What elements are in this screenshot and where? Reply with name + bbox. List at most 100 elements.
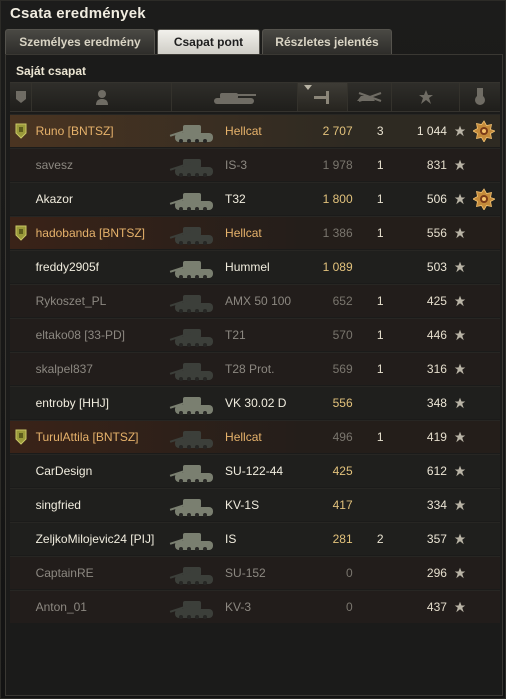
kills-value: 1	[376, 430, 384, 444]
xp-star-icon	[451, 601, 469, 613]
table-header	[10, 82, 500, 112]
player-name[interactable]: skalpel837	[32, 362, 169, 376]
tank-image	[169, 353, 221, 385]
tank-image	[169, 591, 221, 623]
tank-thumbnail-icon	[169, 329, 214, 347]
tank-image	[169, 489, 221, 521]
squad-cell	[10, 429, 32, 445]
column-medal[interactable]	[460, 83, 500, 111]
tank-name: IS-3	[225, 158, 248, 172]
tank-thumbnail-icon	[169, 125, 214, 143]
column-player[interactable]	[32, 83, 172, 111]
table-row[interactable]: singfried KV-1S 417 334	[10, 488, 500, 521]
battle-results-window: Csata eredmények Személyes eredmény Csap…	[0, 0, 506, 699]
xp-value: 503	[426, 260, 447, 274]
xp-star-icon	[451, 533, 469, 545]
medal-cell	[469, 120, 500, 142]
player-name[interactable]: singfried	[32, 498, 169, 512]
table-row[interactable]: freddy2905f Hummel 1 089 503	[10, 250, 500, 283]
xp-value: 556	[426, 226, 447, 240]
column-kills[interactable]	[348, 83, 392, 111]
damage-value: 2 707	[322, 124, 353, 138]
table-row[interactable]: TurulAttila [BNTSZ] Hellcat 496 1 419	[10, 420, 500, 453]
column-xp[interactable]	[392, 83, 460, 111]
tab-team-score[interactable]: Csapat pont	[157, 29, 260, 54]
tank-thumbnail-icon	[169, 193, 214, 211]
player-name[interactable]: TurulAttila [BNTSZ]	[32, 430, 169, 444]
damage-value: 569	[332, 362, 353, 376]
player-name[interactable]: Anton_01	[32, 600, 169, 614]
tab-detailed-report[interactable]: Részletes jelentés	[262, 29, 392, 54]
tank-image	[169, 557, 221, 589]
kills-value: 1	[376, 226, 384, 240]
table-row[interactable]: Anton_01 KV-3 0 437	[10, 590, 500, 623]
player-name[interactable]: hadobanda [BNTSZ]	[32, 226, 169, 240]
player-name[interactable]: Runo [BNTSZ]	[32, 124, 169, 138]
xp-value: 437	[426, 600, 447, 614]
player-name[interactable]: Akazor	[32, 192, 169, 206]
tank-thumbnail-icon	[169, 363, 214, 381]
xp-star-icon	[451, 465, 469, 477]
tank-thumbnail-icon	[169, 499, 214, 517]
tank-name: Hummel	[225, 260, 270, 274]
xp-star-icon	[451, 295, 469, 307]
window-title: Csata eredmények	[10, 5, 146, 22]
damage-icon	[313, 91, 329, 104]
column-damage[interactable]	[298, 83, 348, 111]
player-name[interactable]: entroby [HHJ]	[32, 396, 169, 410]
table-row[interactable]: Runo [BNTSZ] Hellcat 2 707 3 1 044	[10, 114, 500, 147]
xp-star-icon	[451, 567, 469, 579]
squad-badge-icon	[15, 429, 27, 445]
tank-image	[169, 455, 221, 487]
xp-star-icon	[451, 227, 469, 239]
player-name[interactable]: Rykoszet_PL	[32, 294, 169, 308]
achievement-medal-icon[interactable]	[473, 120, 496, 142]
tank-image	[169, 523, 221, 555]
tank-thumbnail-icon	[169, 397, 214, 415]
table-row[interactable]: CarDesign SU-122-44 425 612	[10, 454, 500, 487]
tank-thumbnail-icon	[169, 567, 214, 585]
table-row[interactable]: eltako08 [33-PD] T21 570 1 446	[10, 318, 500, 351]
achievement-medal-icon[interactable]	[473, 188, 496, 210]
xp-star-icon	[451, 125, 469, 137]
medal-cell	[469, 188, 500, 210]
table-row[interactable]: Rykoszet_PL AMX 50 100 652 1 425	[10, 284, 500, 317]
table-row[interactable]: hadobanda [BNTSZ] Hellcat 1 386 1 556	[10, 216, 500, 249]
tank-name: Hellcat	[225, 226, 262, 240]
table-row[interactable]: skalpel837 T28 Prot. 569 1 316	[10, 352, 500, 385]
tank-name: KV-3	[225, 600, 252, 614]
player-name[interactable]: eltako08 [33-PD]	[32, 328, 169, 342]
xp-star-icon	[451, 159, 469, 171]
xp-star-icon	[451, 431, 469, 443]
kills-icon	[356, 92, 381, 102]
damage-value: 0	[345, 566, 353, 580]
table-row[interactable]: CaptainRE SU-152 0 296	[10, 556, 500, 589]
tank-image	[169, 115, 221, 147]
team-panel: Saját csapat Runo [BNTSZ] Hellcat 2 707 …	[5, 54, 503, 696]
kills-value: 2	[376, 532, 384, 546]
damage-value: 556	[332, 396, 353, 410]
damage-value: 1 800	[322, 192, 353, 206]
player-name[interactable]: ZeljkoMilojevic24 [PIJ]	[32, 532, 169, 546]
table-row[interactable]: ZeljkoMilojevic24 [PIJ] IS 281 2 357	[10, 522, 500, 555]
player-name[interactable]: CarDesign	[32, 464, 169, 478]
xp-value: 612	[426, 464, 447, 478]
tank-image	[169, 183, 221, 215]
player-name[interactable]: savesz	[32, 158, 169, 172]
table-row[interactable]: entroby [HHJ] VK 30.02 D 556 348	[10, 386, 500, 419]
tank-thumbnail-icon	[169, 601, 214, 619]
column-squad[interactable]	[10, 83, 32, 111]
player-name[interactable]: CaptainRE	[32, 566, 169, 580]
table-row[interactable]: Akazor T32 1 800 1 506	[10, 182, 500, 215]
damage-value: 425	[332, 464, 353, 478]
tab-personal-results[interactable]: Személyes eredmény	[5, 29, 155, 54]
tank-thumbnail-icon	[169, 227, 214, 245]
tank-image	[169, 285, 221, 317]
tank-name: T21	[225, 328, 246, 342]
squad-icon	[15, 91, 26, 103]
column-tank[interactable]	[172, 83, 298, 111]
tank-image	[169, 251, 221, 283]
player-name[interactable]: freddy2905f	[32, 260, 169, 274]
xp-star-icon	[451, 397, 469, 409]
table-row[interactable]: savesz IS-3 1 978 1 831	[10, 148, 500, 181]
